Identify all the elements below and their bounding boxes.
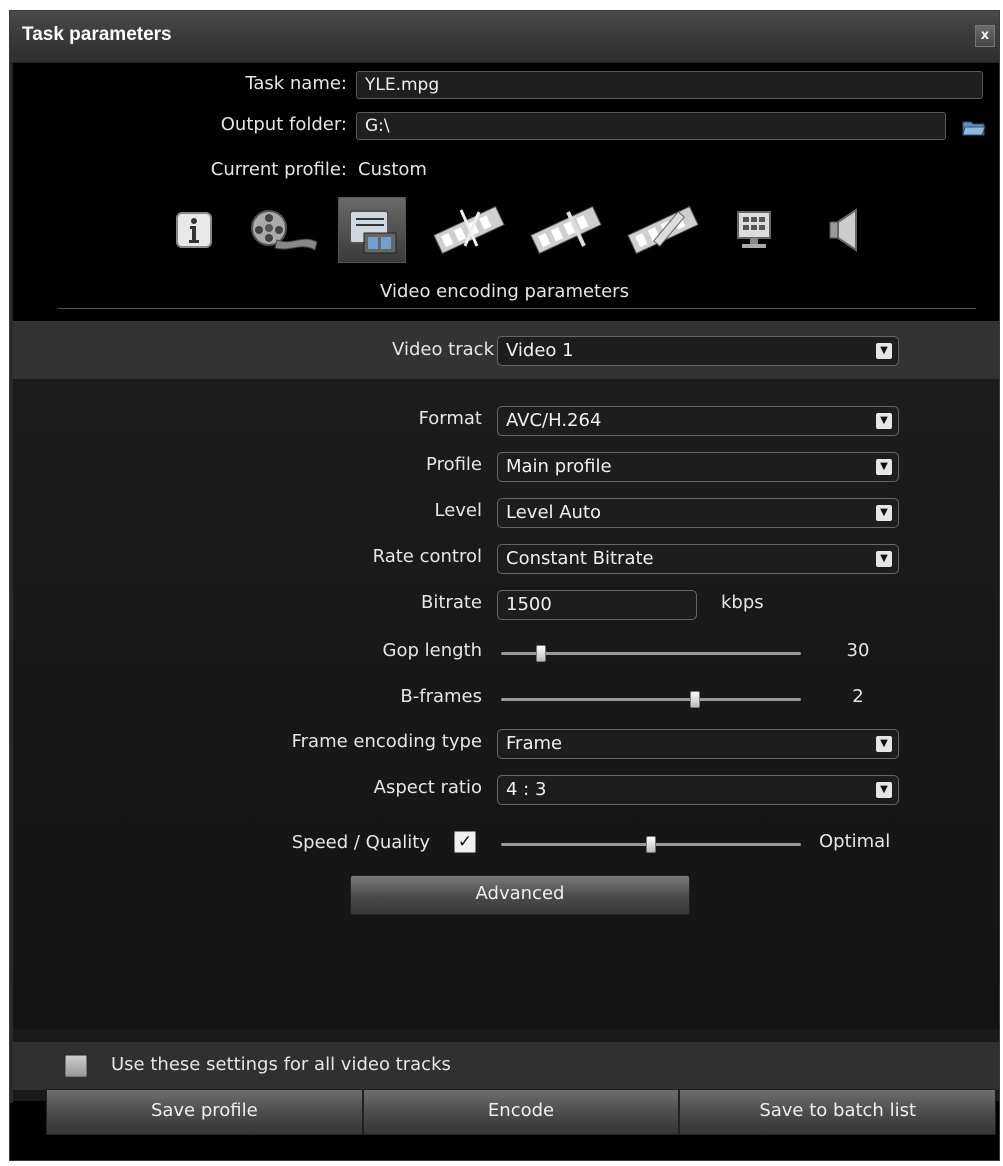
format-value: AVC/H.264 — [506, 410, 602, 431]
info-icon — [176, 212, 212, 248]
film-ruler-icon — [627, 206, 699, 254]
level-label: Level — [434, 500, 482, 521]
speaker-icon — [829, 208, 857, 252]
bitrate-input[interactable]: 1500 — [497, 590, 697, 620]
gop-length-value: 30 — [846, 640, 870, 661]
chevron-down-icon: ▼ — [876, 782, 892, 798]
video-track-label: Video track — [392, 339, 494, 360]
browse-folder-icon[interactable] — [962, 117, 986, 137]
video-parameters-panel: Video track Video 1 ▼ Format AVC/H.264 ▼… — [13, 321, 999, 1101]
profile-value: Main profile — [506, 456, 612, 477]
close-button[interactable]: x — [975, 25, 995, 47]
section-title: Video encoding parameters — [380, 281, 629, 302]
speed-quality-slider[interactable] — [501, 834, 801, 854]
level-select[interactable]: Level Auto ▼ — [497, 498, 899, 528]
aspect-ratio-label: Aspect ratio — [373, 777, 482, 798]
output-folder-input[interactable]: G:\ — [356, 112, 946, 140]
tab-video-crop[interactable] — [622, 197, 704, 263]
slider-thumb[interactable] — [690, 691, 700, 708]
all-tracks-label: Use these settings for all video tracks — [111, 1054, 451, 1075]
chevron-down-icon: ▼ — [876, 736, 892, 752]
chevron-down-icon: ▼ — [876, 343, 892, 359]
tab-video-edit[interactable] — [525, 197, 607, 263]
rate-control-label: Rate control — [372, 546, 482, 567]
all-tracks-checkbox[interactable] — [65, 1055, 87, 1077]
video-track-row: Video track Video 1 ▼ — [13, 321, 999, 379]
encoding-settings: Format AVC/H.264 ▼ Profile Main profile … — [13, 379, 999, 1029]
tab-video-encoding[interactable] — [338, 197, 406, 263]
frame-encoding-type-label: Frame encoding type — [291, 731, 482, 752]
output-folder-label: Output folder: — [220, 114, 347, 135]
speed-quality-checkbox[interactable]: ✓ — [454, 831, 476, 853]
all-tracks-row: Use these settings for all video tracks — [13, 1042, 999, 1090]
advanced-button[interactable]: Advanced — [350, 875, 690, 915]
aspect-ratio-value: 4 : 3 — [506, 779, 547, 800]
save-profile-button[interactable]: Save profile — [46, 1089, 363, 1135]
bitrate-unit: kbps — [721, 592, 764, 613]
level-value: Level Auto — [506, 502, 602, 523]
film-scissors-icon — [433, 206, 505, 254]
chevron-down-icon: ▼ — [876, 551, 892, 567]
format-select[interactable]: AVC/H.264 ▼ — [497, 406, 899, 436]
bitrate-label: Bitrate — [421, 592, 482, 613]
rate-control-value: Constant Bitrate — [506, 548, 654, 569]
window-title: Task parameters — [22, 24, 172, 45]
profile-select[interactable]: Main profile ▼ — [497, 452, 899, 482]
rate-control-select[interactable]: Constant Bitrate ▼ — [497, 544, 899, 574]
video-settings-icon — [349, 210, 397, 254]
tab-info[interactable] — [160, 197, 228, 263]
film-reel-icon — [251, 210, 318, 251]
tab-source[interactable] — [245, 197, 321, 263]
frame-encoding-type-value: Frame — [506, 733, 563, 754]
video-track-value: Video 1 — [506, 340, 574, 361]
chevron-down-icon: ▼ — [876, 505, 892, 521]
profile-label: Profile — [426, 454, 482, 475]
section-divider — [58, 308, 976, 309]
tab-audio[interactable] — [810, 197, 878, 263]
chevron-down-icon: ▼ — [876, 459, 892, 475]
b-frames-slider[interactable] — [501, 689, 801, 709]
b-frames-value: 2 — [852, 686, 864, 707]
encode-button[interactable]: Encode — [362, 1089, 680, 1135]
current-profile-value: Custom — [358, 159, 427, 180]
task-name-label: Task name: — [245, 73, 347, 94]
profile-tabs — [160, 197, 880, 267]
save-to-batch-list-button[interactable]: Save to batch list — [679, 1089, 997, 1135]
slider-thumb[interactable] — [536, 645, 546, 662]
format-label: Format — [418, 408, 482, 429]
task-name-input[interactable]: YLE.mpg — [356, 71, 983, 99]
footer-buttons: Save profile Encode Save to batch list — [46, 1089, 997, 1135]
gop-length-label: Gop length — [382, 640, 482, 661]
current-profile-label: Current profile: — [210, 159, 347, 180]
slider-track — [501, 698, 801, 701]
task-parameters-window: Task parameters x Task name: YLE.mpg Out… — [9, 10, 1000, 1161]
tab-display[interactable] — [720, 197, 788, 263]
slider-thumb[interactable] — [646, 836, 656, 853]
tab-video-filters[interactable] — [428, 197, 510, 263]
gop-length-slider[interactable] — [501, 643, 801, 663]
video-track-select[interactable]: Video 1 ▼ — [497, 336, 899, 366]
frame-encoding-type-select[interactable]: Frame ▼ — [497, 729, 899, 759]
monitor-icon — [737, 211, 771, 248]
film-pen-icon — [530, 206, 602, 254]
aspect-ratio-select[interactable]: 4 : 3 ▼ — [497, 775, 899, 805]
chevron-down-icon: ▼ — [876, 413, 892, 429]
title-bar: Task parameters x — [10, 11, 999, 63]
slider-track — [501, 652, 801, 655]
speed-quality-value: Optimal — [819, 831, 891, 852]
b-frames-label: B-frames — [400, 686, 482, 707]
speed-quality-label: Speed / Quality — [291, 832, 430, 853]
